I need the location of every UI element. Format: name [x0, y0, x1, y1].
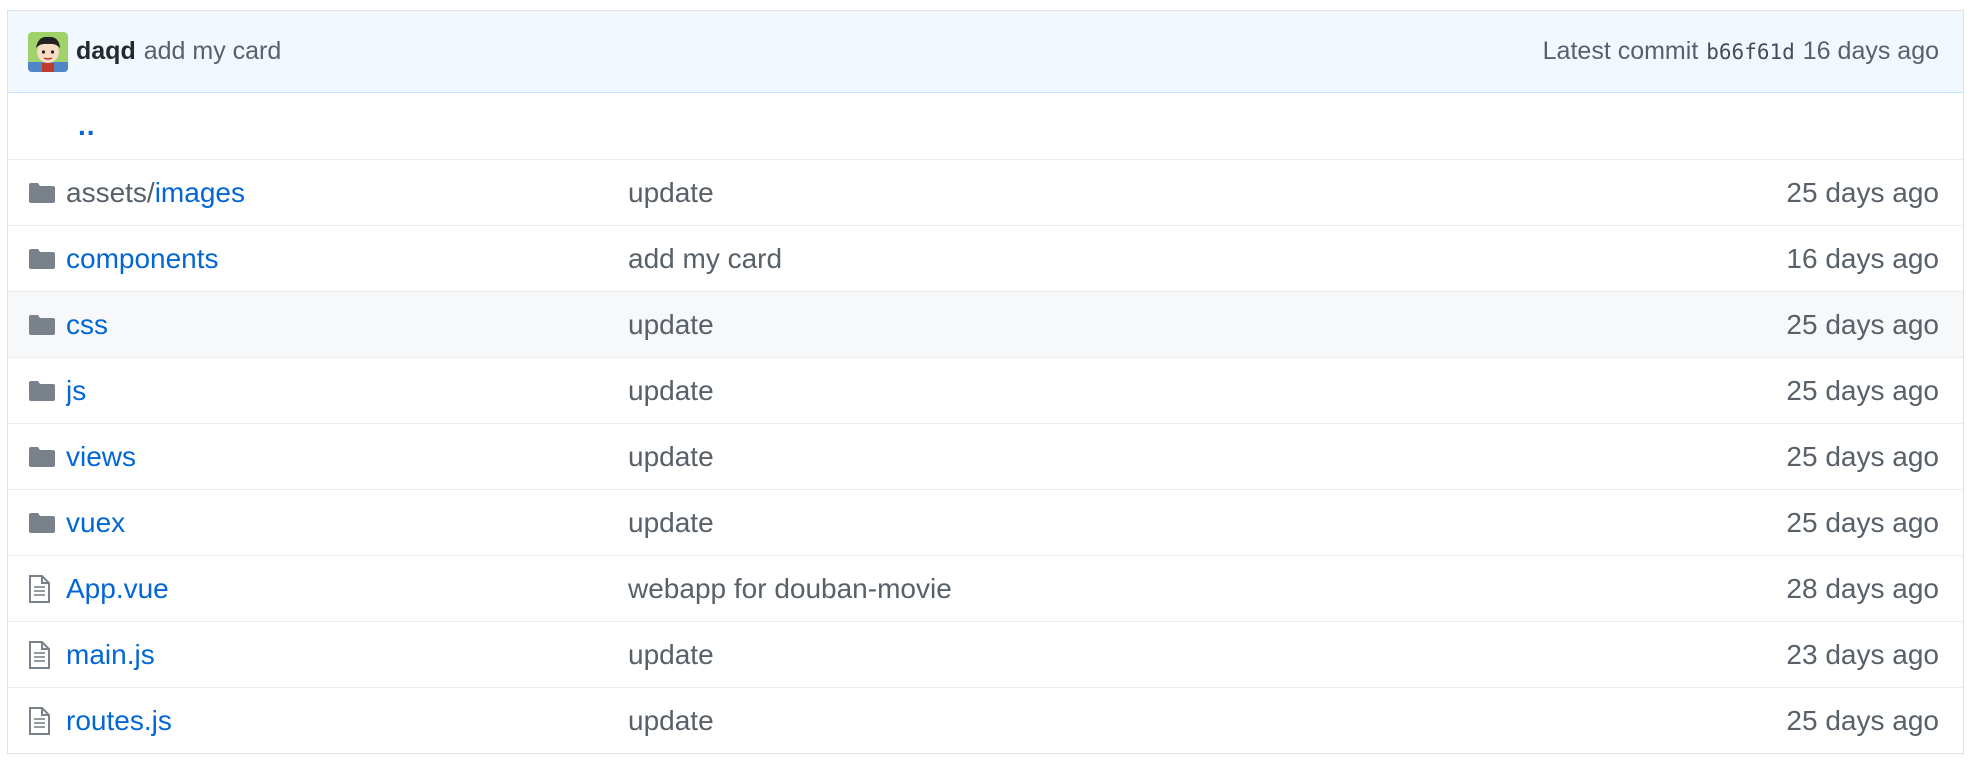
path-prefix: assets/: [66, 176, 155, 208]
file-name-cell: routes.js: [66, 705, 628, 737]
folder-icon: [28, 512, 58, 534]
file-icon: [28, 574, 58, 603]
file-name-cell: main.js: [66, 639, 628, 671]
parent-directory-row[interactable]: ..: [8, 93, 1963, 159]
commit-author[interactable]: daqd: [76, 37, 136, 66]
commit-message-cell: update: [628, 309, 1786, 341]
latest-commit-bar: daqd add my card Latest commit b66f61d 1…: [8, 11, 1963, 93]
file-age: 28 days ago: [1786, 572, 1939, 604]
file-name-cell: App.vue: [66, 573, 628, 605]
file-navigation-table: daqd add my card Latest commit b66f61d 1…: [7, 10, 1964, 754]
file-age: 16 days ago: [1786, 242, 1939, 274]
file-name-link[interactable]: images: [155, 177, 245, 208]
file-age: 23 days ago: [1786, 638, 1939, 670]
file-row-routes-js[interactable]: routes.js update 25 days ago: [8, 687, 1963, 753]
file-commit-message[interactable]: update: [628, 309, 714, 340]
file-name-cell: components: [66, 243, 628, 275]
file-name-link[interactable]: css: [66, 309, 108, 340]
commit-message-cell: update: [628, 177, 1786, 209]
folder-icon: [28, 248, 58, 270]
commit-meta: Latest commit b66f61d 16 days ago: [1543, 37, 1939, 66]
file-row-app-vue[interactable]: App.vue webapp for douban-movie 28 days ag…: [8, 555, 1963, 621]
file-row-images[interactable]: assets/images update 25 days ago: [8, 159, 1963, 225]
file-commit-message[interactable]: add my card: [628, 243, 782, 274]
commit-age: 16 days ago: [1802, 37, 1939, 65]
file-name-link[interactable]: components: [66, 243, 219, 274]
file-name-cell: js: [66, 375, 628, 407]
file-commit-message[interactable]: update: [628, 639, 714, 670]
file-name-cell: css: [66, 309, 628, 341]
folder-icon: [28, 314, 58, 336]
commit-message-cell: update: [628, 705, 1786, 737]
file-row-main-js[interactable]: main.js update 23 days ago: [8, 621, 1963, 687]
file-name-link[interactable]: js: [66, 375, 86, 406]
file-name-cell: assets/images: [66, 177, 628, 209]
file-row-js[interactable]: js update 25 days ago: [8, 357, 1963, 423]
file-row-views[interactable]: views update 25 days ago: [8, 423, 1963, 489]
file-age: 25 days ago: [1786, 308, 1939, 340]
commit-message-cell: webapp for douban-movie: [628, 573, 1786, 605]
commit-message[interactable]: add my card: [144, 37, 282, 66]
commit-message-cell: add my card: [628, 243, 1786, 275]
commit-message-cell: update: [628, 441, 1786, 473]
file-icon: [28, 706, 58, 735]
file-icon: [28, 640, 58, 669]
folder-icon: [28, 380, 58, 402]
file-name-link[interactable]: vuex: [66, 507, 125, 538]
file-commit-message[interactable]: update: [628, 441, 714, 472]
file-row-components[interactable]: components add my card 16 days ago: [8, 225, 1963, 291]
author-avatar[interactable]: [28, 31, 68, 72]
parent-directory-link[interactable]: ..: [78, 110, 96, 142]
file-age: 25 days ago: [1786, 704, 1939, 736]
file-name-link[interactable]: main.js: [66, 639, 155, 670]
file-row-vuex[interactable]: vuex update 25 days ago: [8, 489, 1963, 555]
latest-commit-label: Latest commit: [1542, 37, 1699, 65]
file-row-css[interactable]: css update 25 days ago: [8, 291, 1963, 357]
folder-icon: [28, 446, 58, 468]
file-age: 25 days ago: [1786, 440, 1939, 472]
file-commit-message[interactable]: update: [628, 507, 714, 538]
file-commit-message[interactable]: webapp for douban-movie: [628, 573, 952, 604]
file-list: assets/images update 25 days ago components…: [8, 159, 1963, 753]
file-name-cell: vuex: [66, 507, 628, 539]
file-age: 25 days ago: [1786, 506, 1939, 538]
file-age: 25 days ago: [1786, 176, 1939, 208]
file-commit-message[interactable]: update: [628, 705, 714, 736]
file-name-cell: views: [66, 441, 628, 473]
commit-message-cell: update: [628, 375, 1786, 407]
file-age: 25 days ago: [1786, 374, 1939, 406]
commit-message-cell: update: [628, 639, 1786, 671]
file-commit-message[interactable]: update: [628, 177, 714, 208]
commit-sha[interactable]: b66f61d: [1706, 40, 1795, 64]
file-name-link[interactable]: routes.js: [66, 705, 172, 736]
file-name-link[interactable]: App.vue: [66, 573, 169, 604]
file-name-link[interactable]: views: [66, 441, 136, 472]
file-commit-message[interactable]: update: [628, 375, 714, 406]
commit-message-cell: update: [628, 507, 1786, 539]
folder-icon: [28, 182, 58, 204]
